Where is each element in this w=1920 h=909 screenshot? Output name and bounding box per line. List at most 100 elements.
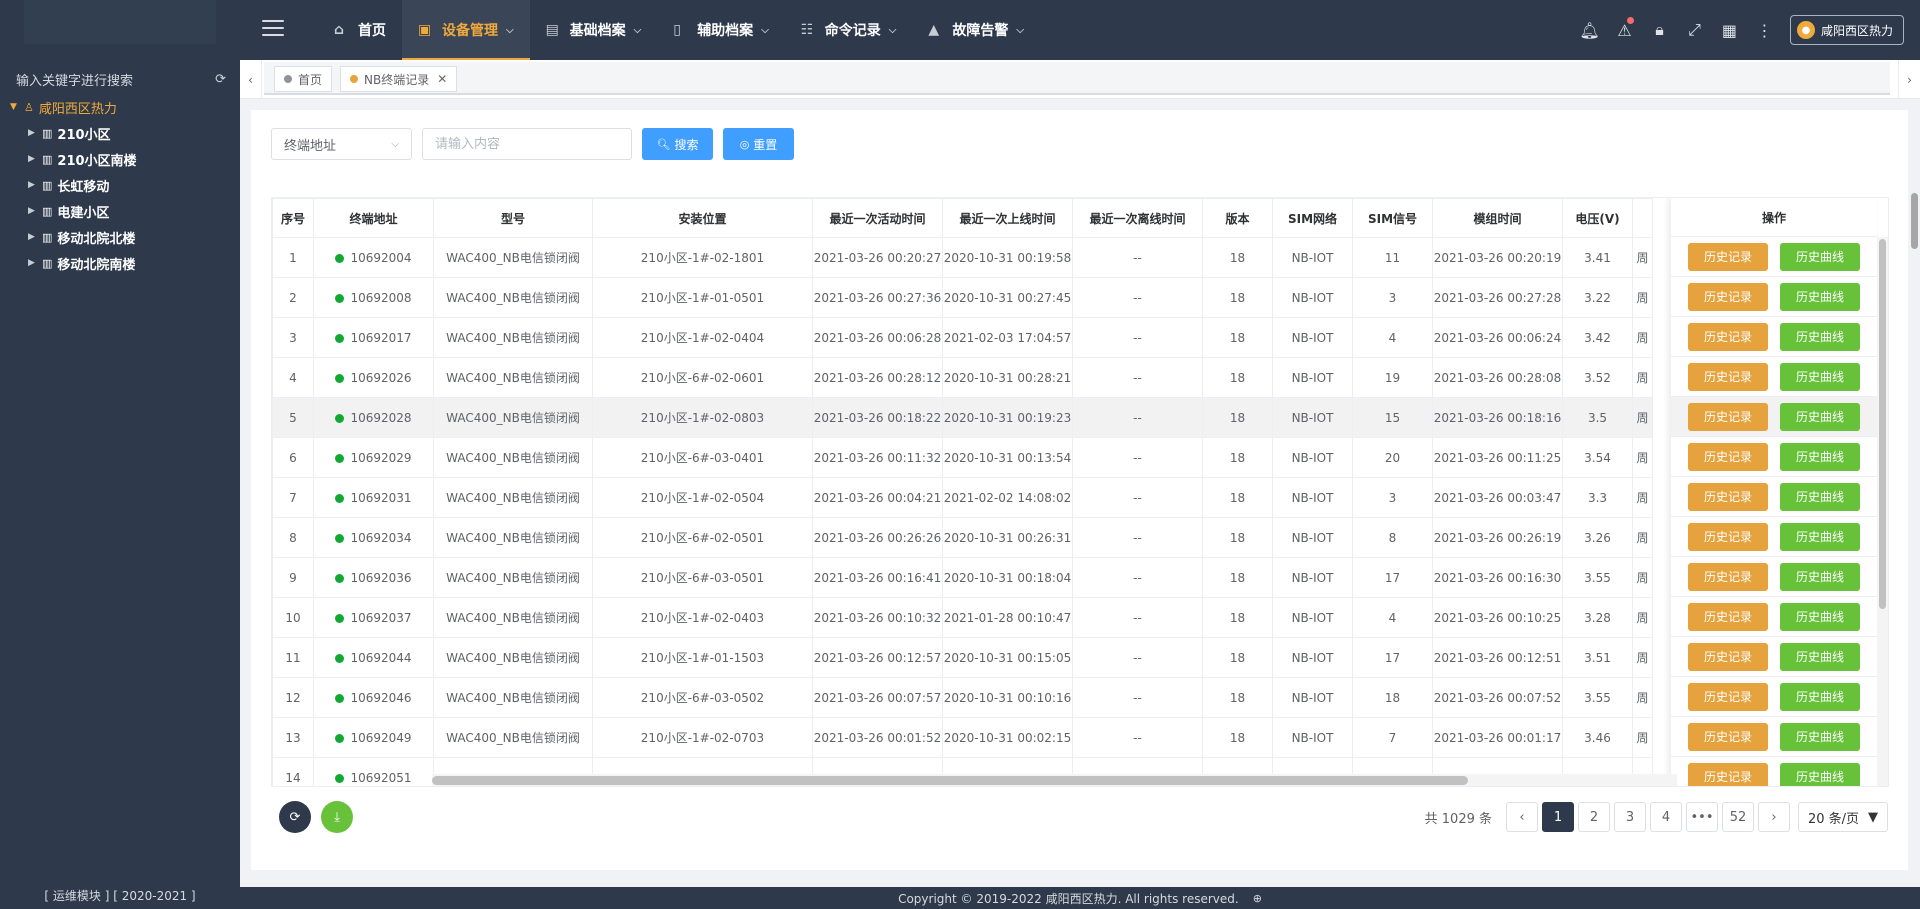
history-curve-button[interactable]: 历史曲线 <box>1780 562 1860 591</box>
history-curve-button[interactable]: 历史曲线 <box>1780 762 1860 786</box>
history-curve-button[interactable]: 历史曲线 <box>1780 282 1860 311</box>
caret-right-icon[interactable]: ▶ <box>28 206 42 216</box>
caret-right-icon[interactable]: ▶ <box>28 258 42 268</box>
history-record-button[interactable]: 历史记录 <box>1688 362 1768 391</box>
table-horizontal-scrollbar[interactable] <box>432 774 1677 786</box>
table-row[interactable]: 4 10692026 WAC400_NB电信锁闭阀 210小区-6#-02-0601 2… <box>272 357 1653 398</box>
page-size-select[interactable]: 20 条/页 ▼ <box>1798 802 1888 832</box>
table-row[interactable]: 11 10692044 WAC400_NB电信锁闭阀 210小区-1#-01-1503… <box>272 637 1653 678</box>
table-row[interactable]: 12 10692046 WAC400_NB电信锁闭阀 210小区-6#-03-0502… <box>272 677 1653 718</box>
tree-item-4[interactable]: ▶ ▥ 移动北院北楼 <box>0 224 240 250</box>
online-status-icon <box>335 733 345 743</box>
scroll-thumb[interactable] <box>1879 239 1886 609</box>
page-button[interactable]: 2 <box>1578 802 1610 832</box>
nav-item-0[interactable]: ⌂ 首页 <box>318 0 402 60</box>
history-curve-button[interactable]: 历史曲线 <box>1780 362 1860 391</box>
tab-0[interactable]: 首页 <box>274 66 333 92</box>
table-row[interactable]: 7 10692031 WAC400_NB电信锁闭阀 210小区-1#-02-0504 2… <box>272 477 1653 518</box>
reset-button[interactable]: ◎ 重置 <box>723 128 794 160</box>
history-curve-button[interactable]: 历史曲线 <box>1780 722 1860 751</box>
history-curve-button[interactable]: 历史曲线 <box>1780 482 1860 511</box>
history-record-button[interactable]: 历史记录 <box>1688 482 1768 511</box>
search-input[interactable] <box>422 128 632 160</box>
page-button[interactable]: 1 <box>1542 802 1574 832</box>
table-row[interactable]: 1 10692004 WAC400_NB电信锁闭阀 210小区-1#-02-1801 2… <box>272 237 1653 278</box>
history-record-button[interactable]: 历史记录 <box>1688 682 1768 711</box>
table-row[interactable]: 6 10692029 WAC400_NB电信锁闭阀 210小区-6#-03-0401 2… <box>272 437 1653 478</box>
nav-item-4[interactable]: ☷ 命令记录 ⌵ <box>785 0 913 60</box>
tab-scroll-left-icon[interactable]: ‹ <box>240 60 262 99</box>
history-record-button[interactable]: 历史记录 <box>1688 722 1768 751</box>
export-button[interactable]: ⤓ <box>321 801 353 833</box>
history-record-button[interactable]: 历史记录 <box>1688 402 1768 431</box>
history-record-button[interactable]: 历史记录 <box>1688 322 1768 351</box>
refresh-button[interactable]: ⟳ <box>279 801 311 833</box>
page-button[interactable]: 4 <box>1650 802 1682 832</box>
history-curve-button[interactable]: 历史曲线 <box>1780 682 1860 711</box>
more-vertical-icon[interactable]: ⋮ <box>1747 0 1782 60</box>
table-row[interactable]: 13 10692049 WAC400_NB电信锁闭阀 210小区-1#-02-0703… <box>272 717 1653 758</box>
tree-item-2[interactable]: ▶ ▥ 长虹移动 <box>0 172 240 198</box>
tree-item-1[interactable]: ▶ ▥ 210小区南楼 <box>0 146 240 172</box>
history-record-button[interactable]: 历史记录 <box>1688 642 1768 671</box>
cell-value: 2021-03-26 00:16:41 <box>813 570 942 585</box>
scroll-thumb[interactable] <box>1911 193 1918 249</box>
history-record-button[interactable]: 历史记录 <box>1688 762 1768 786</box>
history-record-button[interactable]: 历史记录 <box>1688 562 1768 591</box>
nav-item-2[interactable]: ▤ 基础档案 ⌵ <box>530 0 658 60</box>
tab-scroll-right-icon[interactable]: › <box>1898 60 1920 99</box>
table-row[interactable]: 8 10692034 WAC400_NB电信锁闭阀 210小区-6#-02-0501 2… <box>272 517 1653 558</box>
history-curve-button[interactable]: 历史曲线 <box>1780 602 1860 631</box>
alert-icon[interactable]: ⚠︎ <box>1607 0 1642 60</box>
menu-toggle-icon[interactable] <box>262 20 284 38</box>
history-record-button[interactable]: 历史记录 <box>1688 282 1768 311</box>
page-button[interactable]: 3 <box>1614 802 1646 832</box>
history-curve-button[interactable]: 历史曲线 <box>1780 402 1860 431</box>
caret-right-icon[interactable]: ▶ <box>28 154 42 164</box>
history-record-button[interactable]: 历史记录 <box>1688 442 1768 471</box>
table-vertical-scrollbar[interactable] <box>1877 237 1888 786</box>
bell-icon[interactable]: 🔔︎ <box>1572 0 1607 60</box>
tree-item-5[interactable]: ▶ ▥ 移动北院南楼 <box>0 250 240 276</box>
next-page-button[interactable]: › <box>1758 802 1790 832</box>
tree-search[interactable]: 输入关键字进行搜索 ⟳ <box>16 67 226 91</box>
history-curve-button[interactable]: 历史曲线 <box>1780 442 1860 471</box>
prev-page-button[interactable]: ‹ <box>1506 802 1538 832</box>
table-row[interactable]: 10 10692037 WAC400_NB电信锁闭阀 210小区-1#-02-0403… <box>272 597 1653 638</box>
page-button[interactable]: 52 <box>1722 802 1754 832</box>
page-button[interactable]: ••• <box>1686 802 1718 832</box>
user-menu-button[interactable]: ● 咸阳西区热力 <box>1789 15 1904 45</box>
close-icon[interactable]: ✕ <box>437 72 447 86</box>
caret-right-icon[interactable]: ▶ <box>28 180 42 190</box>
caret-down-icon[interactable]: ▼ <box>10 102 24 112</box>
lock-icon[interactable]: 🔒︎ <box>1642 0 1677 60</box>
search-button[interactable]: 🔍︎ 搜索 <box>642 128 713 160</box>
history-record-button[interactable]: 历史记录 <box>1688 522 1768 551</box>
nav-item-5[interactable]: ▲ 故障告警 ⌵ <box>912 0 1040 60</box>
scroll-thumb[interactable] <box>432 776 1468 785</box>
table-row[interactable]: 2 10692008 WAC400_NB电信锁闭阀 210小区-1#-01-0501 2… <box>272 277 1653 318</box>
history-record-button[interactable]: 历史记录 <box>1688 242 1768 271</box>
history-curve-button[interactable]: 历史曲线 <box>1780 242 1860 271</box>
history-record-button[interactable]: 历史记录 <box>1688 602 1768 631</box>
caret-right-icon[interactable]: ▶ <box>28 128 42 138</box>
history-curve-button[interactable]: 历史曲线 <box>1780 522 1860 551</box>
tree-item-3[interactable]: ▶ ▥ 电建小区 <box>0 198 240 224</box>
caret-right-icon[interactable]: ▶ <box>28 232 42 242</box>
history-curve-button[interactable]: 历史曲线 <box>1780 322 1860 351</box>
fullscreen-icon[interactable]: ⤢ <box>1677 0 1712 60</box>
page-scrollbar[interactable] <box>1908 190 1920 850</box>
refresh-icon[interactable]: ⟳ <box>215 72 226 87</box>
table-row[interactable]: 9 10692036 WAC400_NB电信锁闭阀 210小区-6#-03-0501 2… <box>272 557 1653 598</box>
field-select[interactable]: 终端地址 ⌵ <box>271 128 412 160</box>
screen-icon[interactable]: ▦ <box>1712 0 1747 60</box>
table-row[interactable]: 3 10692017 WAC400_NB电信锁闭阀 210小区-1#-02-0404 2… <box>272 317 1653 358</box>
tab-1[interactable]: NB终端记录 ✕ <box>340 66 458 92</box>
tree-root[interactable]: ▼ ♙ 咸阳西区热力 <box>0 94 240 120</box>
table-row[interactable]: 5 10692028 WAC400_NB电信锁闭阀 210小区-1#-02-0803 2… <box>272 397 1653 438</box>
history-curve-button[interactable]: 历史曲线 <box>1780 642 1860 671</box>
tree-item-0[interactable]: ▶ ▥ 210小区 <box>0 120 240 146</box>
nav-item-3[interactable]: ▯ 辅助档案 ⌵ <box>657 0 785 60</box>
nav-item-1[interactable]: ▣ 设备管理 ⌵ <box>402 0 530 60</box>
tree-search-input[interactable]: 输入关键字进行搜索 <box>16 70 133 89</box>
